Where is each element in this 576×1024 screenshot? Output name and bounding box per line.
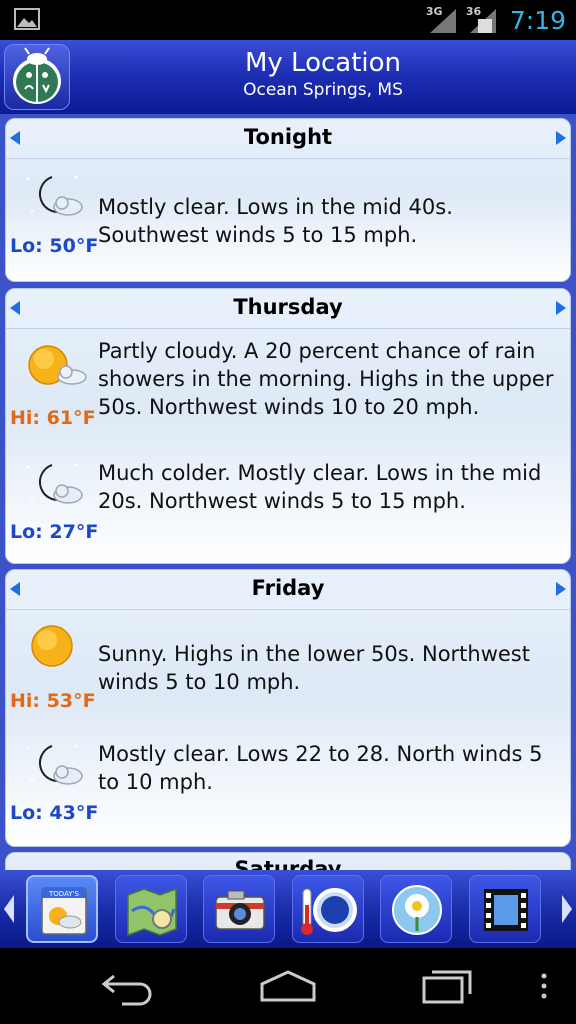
next-arrow-icon[interactable]: [556, 582, 566, 596]
camera-button[interactable]: [203, 875, 275, 943]
day-title: Thursday: [233, 295, 343, 319]
flower-icon: [392, 885, 442, 935]
status-bar: 3G 36 7:19: [0, 0, 576, 40]
moon-cloud-icon: [22, 171, 92, 227]
high-temp: Hi: 61°F: [10, 407, 96, 429]
video-button[interactable]: [469, 875, 541, 943]
gauge-button[interactable]: [292, 875, 364, 943]
forecast-card-tonight: Tonight Lo: 50°F Mostly clear. Lows in t…: [5, 118, 571, 282]
next-arrow-icon[interactable]: [556, 301, 566, 315]
location-subtitle: Ocean Springs, MS: [243, 80, 403, 100]
forecast-card-saturday: Saturday: [5, 852, 571, 870]
thermometer-gauge-icon: [301, 888, 357, 935]
film-icon: [484, 889, 528, 931]
clock: 7:19: [509, 5, 566, 35]
next-arrow-icon[interactable]: [556, 131, 566, 145]
forecast-list[interactable]: Tonight Lo: 50°F Mostly clear. Lows in t…: [0, 114, 576, 870]
forecast-card-friday: Friday Hi: 53°F Sunny. Highs in the lowe…: [5, 569, 571, 847]
moon-cloud-icon: [22, 740, 92, 796]
ladybug-logo-icon[interactable]: [4, 44, 70, 110]
forecast-period: Hi: 61°F Partly cloudy. A 20 percent cha…: [6, 331, 570, 451]
today-label: TODAY'S: [48, 890, 79, 898]
page-title: My Location: [244, 48, 402, 78]
low-temp: Lo: 50°F: [10, 235, 99, 257]
map-icon: [127, 887, 177, 937]
sun-icon: [22, 620, 92, 676]
bottom-toolbar: TODAY'S: [0, 870, 576, 948]
forecast-period: Hi: 53°F Sunny. Highs in the lower 50s. …: [6, 612, 570, 732]
camera-icon: [215, 890, 265, 930]
day-title: Friday: [251, 576, 325, 600]
card-header: Friday: [6, 570, 570, 610]
forecast-text: Mostly clear. Lows in the mid 40s. South…: [98, 195, 453, 247]
card-header: Saturday: [6, 853, 570, 870]
moon-cloud-icon: [22, 459, 92, 515]
toolbar-prev-arrow-icon[interactable]: [4, 895, 14, 923]
forecast-text: Mostly clear. Lows 22 to 28. North winds…: [98, 742, 543, 794]
system-nav-bar: [0, 948, 576, 1024]
menu-overflow-icon[interactable]: [540, 972, 548, 1004]
day-title: Tonight: [243, 125, 333, 149]
low-temp: Lo: 27°F: [10, 521, 99, 543]
today-button[interactable]: TODAY'S: [26, 875, 98, 943]
forecast-text: Much colder. Mostly clear. Lows in the m…: [98, 461, 542, 513]
forecast-period: Lo: 27°F Much colder. Mostly clear. Lows…: [6, 449, 570, 563]
signal-icon: 3G: [426, 5, 460, 35]
day-title: Saturday: [234, 857, 342, 870]
card-header: Tonight: [6, 119, 570, 159]
sun-cloud-icon: [22, 339, 92, 395]
forecast-period: Lo: 43°F Mostly clear. Lows 22 to 28. No…: [6, 730, 570, 846]
forecast-period: Lo: 50°F Mostly clear. Lows in the mid 4…: [6, 161, 570, 281]
low-temp: Lo: 43°F: [10, 802, 99, 824]
map-button[interactable]: [115, 875, 187, 943]
toolbar-next-arrow-icon[interactable]: [562, 895, 572, 923]
card-header: Thursday: [6, 289, 570, 329]
forecast-text: Partly cloudy. A 20 percent chance of ra…: [98, 339, 554, 419]
image-notification-icon: [14, 8, 40, 30]
home-icon[interactable]: [258, 966, 318, 1010]
forecast-card-thursday: Thursday Hi: 61°F Partly cloudy. A 20 pe…: [5, 288, 571, 564]
recent-apps-icon[interactable]: [420, 966, 476, 1010]
app-header: My Location Ocean Springs, MS: [0, 40, 576, 114]
back-icon[interactable]: [100, 966, 156, 1010]
forecast-text: Sunny. Highs in the lower 50s. Northwest…: [98, 642, 530, 694]
today-icon: TODAY'S: [41, 887, 87, 935]
signal-icon-2: 36: [466, 5, 500, 35]
flower-button[interactable]: [380, 875, 452, 943]
high-temp: Hi: 53°F: [10, 690, 96, 712]
